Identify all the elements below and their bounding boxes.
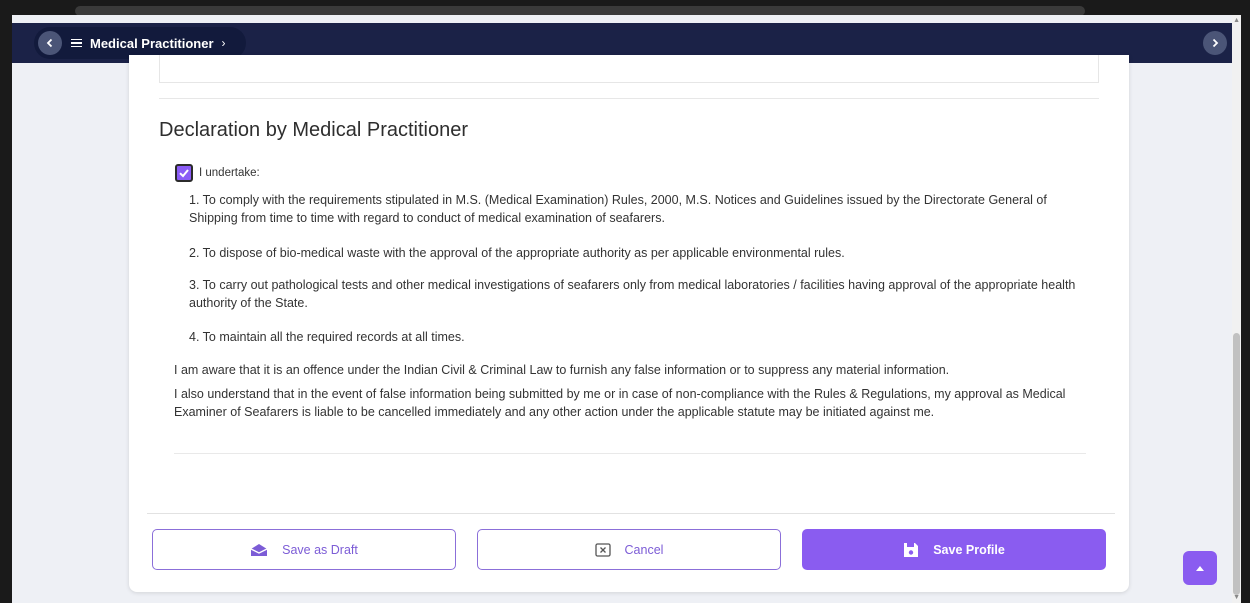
cancel-label: Cancel xyxy=(624,542,664,557)
declaration-item-1: 1. To comply with the requirements stipu… xyxy=(189,193,1047,225)
awareness-statement: I am aware that it is an offence under t… xyxy=(174,363,950,377)
scroll-up-arrow-icon[interactable]: ▲ xyxy=(1233,17,1240,24)
save-profile-label: Save Profile xyxy=(933,542,1005,557)
cancel-button[interactable]: Cancel xyxy=(477,529,781,570)
save-profile-button[interactable]: Save Profile xyxy=(802,529,1106,570)
chevron-right-icon xyxy=(1212,38,1219,48)
floppy-disk-icon xyxy=(903,542,919,558)
chevron-left-icon xyxy=(46,38,53,48)
undertake-checkbox-row[interactable]: I undertake: xyxy=(175,164,260,182)
close-box-icon xyxy=(594,542,611,557)
envelope-open-icon xyxy=(250,543,268,557)
check-icon xyxy=(179,169,189,178)
window-frame: Medical Practitioner › Declaration by Me… xyxy=(0,0,1250,603)
declaration-item-2: 2. To dispose of bio-medical waste with … xyxy=(189,246,845,260)
save-as-draft-label: Save as Draft xyxy=(282,542,358,557)
next-section-button[interactable] xyxy=(1203,31,1227,55)
undertake-label: I undertake: xyxy=(199,167,260,179)
scroll-down-arrow-icon[interactable]: ▼ xyxy=(1233,594,1240,601)
save-as-draft-button[interactable]: Save as Draft xyxy=(152,529,456,570)
page-viewport: Medical Practitioner › Declaration by Me… xyxy=(12,15,1241,603)
undertake-checkbox[interactable] xyxy=(175,164,193,182)
declaration-card: Declaration by Medical Practitioner I un… xyxy=(129,55,1129,592)
page-scrollbar[interactable]: ▲ ▼ xyxy=(1232,15,1241,603)
divider xyxy=(174,453,1086,454)
declaration-item-3: 3. To carry out pathological tests and o… xyxy=(189,278,1076,310)
section-title: Declaration by Medical Practitioner xyxy=(159,119,469,141)
scroll-to-top-button[interactable] xyxy=(1183,551,1217,585)
understanding-statement: I also understand that in the event of f… xyxy=(174,387,1066,419)
declaration-item-4: 4. To maintain all the required records … xyxy=(189,330,465,344)
divider xyxy=(147,513,1115,514)
caret-up-icon xyxy=(1196,566,1204,571)
previous-section-box xyxy=(159,55,1099,83)
divider xyxy=(159,98,1099,99)
scrollbar-thumb[interactable] xyxy=(1233,333,1240,595)
prev-section-button[interactable] xyxy=(38,31,62,55)
breadcrumb-title[interactable]: Medical Practitioner xyxy=(90,36,214,51)
breadcrumb-chevron-icon: › xyxy=(221,36,226,50)
list-icon xyxy=(71,38,82,48)
